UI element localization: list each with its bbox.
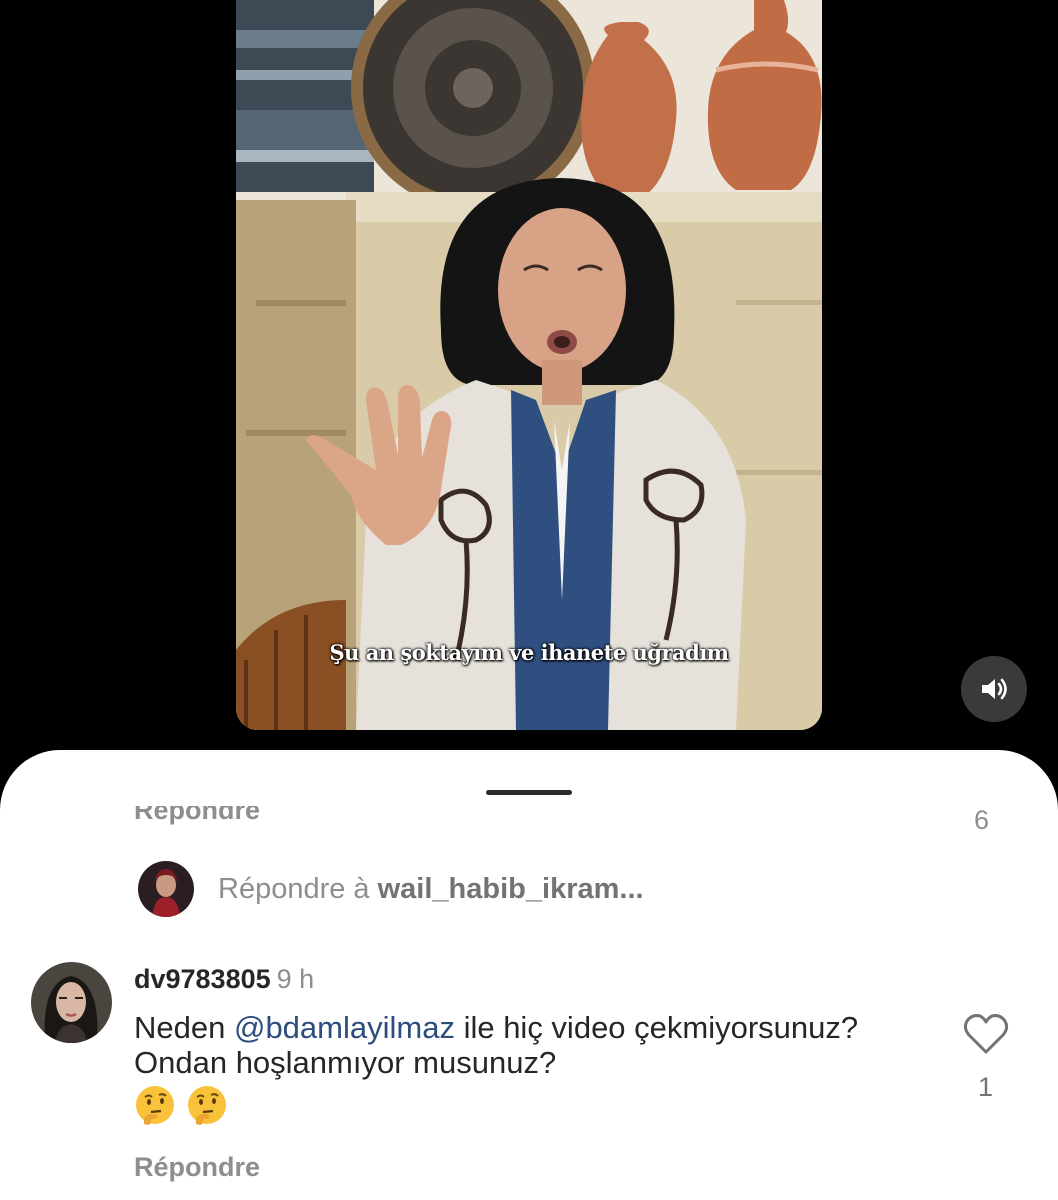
heart-outline-icon <box>963 1014 1009 1054</box>
speaker-on-icon <box>982 678 1007 700</box>
reply-button[interactable]: Répondre <box>134 1152 260 1183</box>
comment-time: 9 h <box>276 964 315 994</box>
reply-to-label: Répondre à <box>218 872 370 905</box>
comments-sheet: Répondre 6 Répondre à wail_habib_ikram..… <box>0 750 1058 1200</box>
previous-reply-link[interactable]: Répondre <box>134 806 260 828</box>
previous-reply-label: Répondre <box>134 806 261 825</box>
page: Şu an şoktayım ve ihanete uğradım Répond… <box>0 0 1058 1200</box>
avatar[interactable] <box>31 962 112 1043</box>
sound-toggle-button[interactable] <box>961 656 1027 722</box>
like-count: 1 <box>978 1072 994 1102</box>
video-player[interactable]: Şu an şoktayım ve ihanete uğradım <box>236 0 822 730</box>
avatar <box>138 861 194 917</box>
previous-like-count: 6 <box>974 805 990 835</box>
reply-to-text: Répondre à wail_habib_ikram... <box>218 873 644 906</box>
comment-text-start: Neden <box>134 1010 234 1045</box>
video-subtitle: Şu an şoktayım ve ihanete uğradım <box>329 640 729 665</box>
sheet-drag-handle[interactable] <box>486 790 572 795</box>
comment-header: dv9783805 9 h <box>134 964 314 995</box>
reply-input-row[interactable]: Répondre à wail_habib_ikram... <box>138 860 644 918</box>
comment-text: Neden @bdamlayilmaz ile hiç video çekmiy… <box>134 1010 934 1126</box>
thinking-face-icon <box>188 1086 226 1125</box>
like-button[interactable] <box>962 1012 1010 1056</box>
comment-emojis <box>134 1084 934 1126</box>
comment-username[interactable]: dv9783805 <box>134 964 271 994</box>
thinking-face-icon <box>136 1086 174 1125</box>
comment-mention[interactable]: @bdamlayilmaz <box>234 1010 455 1045</box>
video-frame-image <box>236 0 822 730</box>
reply-to-username: wail_habib_ikram... <box>377 872 644 905</box>
